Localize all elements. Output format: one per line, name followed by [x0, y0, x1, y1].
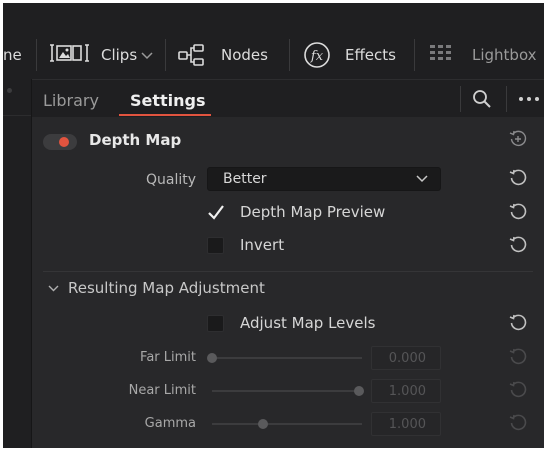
quality-select[interactable]: Better [207, 167, 441, 191]
toolbar-separator [289, 39, 290, 71]
left-panel-edge [3, 79, 31, 448]
lightbox-grid-icon [430, 45, 451, 60]
gamma-label: Gamma [144, 416, 196, 431]
nodes-label: Nodes [221, 46, 268, 64]
resulting-map-adjustment-header[interactable]: Resulting Map Adjustment [45, 279, 305, 299]
clips-button[interactable]: Clips [48, 39, 160, 71]
far-limit-value: 0.000 [388, 351, 426, 366]
effects-button[interactable]: fx Effects [303, 39, 403, 71]
checkmark-icon [208, 205, 224, 220]
toolbar-partial-label[interactable]: ne [3, 46, 22, 64]
active-tab-indicator [119, 114, 211, 116]
nodes-icon [178, 44, 204, 66]
more-icon[interactable] [518, 96, 540, 102]
gamma-value: 1.000 [388, 417, 426, 432]
gamma-slider[interactable] [212, 423, 362, 425]
far-limit-slider[interactable] [212, 357, 362, 359]
lightbox-label: Lightbox [472, 46, 537, 64]
toolbar-separator [165, 39, 166, 71]
effect-title: Depth Map [89, 131, 182, 149]
far-limit-field[interactable]: 0.000 [371, 346, 441, 370]
toolbar-separator [414, 39, 415, 71]
reset-icon[interactable] [509, 414, 527, 432]
section-divider [43, 271, 533, 272]
search-icon[interactable] [472, 89, 492, 109]
toggle-knob [59, 137, 69, 147]
depth-map-preview-label: Depth Map Preview [240, 203, 386, 221]
effects-fx-icon: fx [304, 42, 330, 68]
near-limit-value: 1.000 [388, 384, 426, 399]
top-toolbar: ne Clips Nodes fx Effects Lightbox [3, 3, 544, 79]
reset-icon[interactable] [509, 169, 527, 187]
chevron-down-icon [416, 175, 428, 183]
toolbar-separator [36, 39, 37, 71]
invert-checkbox[interactable] [207, 237, 224, 254]
near-limit-label: Near Limit [128, 383, 196, 398]
clips-label: Clips [101, 46, 138, 64]
lightbox-button[interactable]: Lightbox [429, 39, 544, 71]
reset-icon[interactable] [509, 381, 527, 399]
nodes-button[interactable]: Nodes [178, 39, 278, 71]
reset-icon[interactable] [509, 348, 527, 366]
clips-icon [50, 44, 89, 62]
near-limit-slider[interactable] [212, 390, 362, 392]
chevron-down-icon [48, 285, 59, 292]
adjust-map-levels-checkbox[interactable] [207, 315, 224, 332]
gamma-slider-knob[interactable] [258, 419, 268, 429]
reset-icon[interactable] [509, 314, 527, 332]
tabs-separator [506, 86, 507, 112]
quality-label: Quality [145, 172, 196, 188]
far-limit-slider-knob[interactable] [207, 353, 217, 363]
adjust-map-levels-label: Adjust Map Levels [240, 314, 376, 332]
effects-label: Effects [345, 46, 396, 64]
add-keyframe-icon[interactable] [509, 130, 527, 148]
tab-settings[interactable]: Settings [130, 91, 206, 110]
group-title: Resulting Map Adjustment [68, 279, 265, 297]
chevron-down-icon [141, 52, 153, 60]
gamma-field[interactable]: 1.000 [371, 412, 441, 436]
quality-value: Better [223, 171, 267, 187]
reset-icon[interactable] [509, 236, 527, 254]
tabs-bar: Library Settings [32, 79, 544, 117]
far-limit-label: Far Limit [140, 350, 196, 365]
tabs-separator [460, 86, 461, 112]
near-limit-slider-knob[interactable] [354, 386, 364, 396]
effect-enable-toggle[interactable] [43, 134, 77, 150]
svg-text:fx: fx [310, 49, 324, 64]
left-strip-divider [3, 115, 31, 116]
near-limit-field[interactable]: 1.000 [371, 379, 441, 403]
tab-library[interactable]: Library [43, 91, 99, 110]
depth-map-preview-checkbox[interactable] [206, 203, 226, 223]
invert-label: Invert [240, 236, 285, 254]
reset-icon[interactable] [509, 203, 527, 221]
panel-handle-dot [7, 88, 12, 93]
